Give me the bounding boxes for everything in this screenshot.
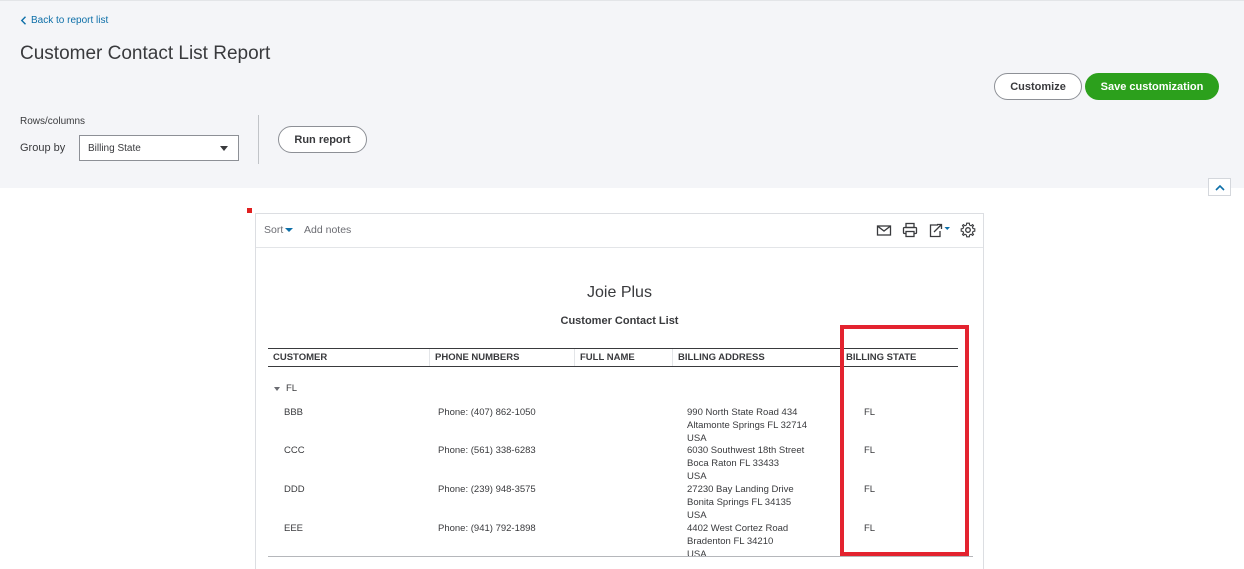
table-footer-divider bbox=[268, 556, 973, 557]
save-customization-button[interactable]: Save customization bbox=[1085, 73, 1219, 100]
back-to-report-list-link[interactable]: Back to report list bbox=[20, 15, 108, 26]
collapse-triangle-icon bbox=[274, 386, 280, 391]
sort-label: Sort bbox=[264, 224, 284, 236]
sort-dropdown[interactable]: Sort bbox=[264, 224, 294, 236]
export-icon[interactable] bbox=[928, 222, 952, 238]
cell-address-line: USA bbox=[687, 549, 707, 560]
group-row-toggle[interactable]: FL bbox=[274, 383, 297, 394]
cell-phone: Phone: (941) 792-1898 bbox=[438, 523, 536, 534]
cell-phone: Phone: (561) 338-6283 bbox=[438, 445, 536, 456]
cell-address-line: Bradenton FL 34210 bbox=[687, 536, 774, 547]
column-header-billing-address[interactable]: BILLING ADDRESS bbox=[672, 349, 840, 366]
run-report-button[interactable]: Run report bbox=[278, 126, 367, 153]
cell-customer[interactable]: BBB bbox=[284, 406, 303, 419]
mail-icon[interactable] bbox=[876, 222, 892, 238]
cell-phone: Phone: (239) 948-3575 bbox=[438, 484, 536, 495]
cell-address-line: 6030 Southwest 18th Street bbox=[687, 445, 805, 456]
print-icon[interactable] bbox=[902, 222, 918, 238]
page-title: Customer Contact List Report bbox=[20, 43, 271, 64]
column-header-full-name[interactable]: FULL NAME bbox=[574, 349, 672, 366]
cell-address-line: Boca Raton FL 33433 bbox=[687, 458, 780, 469]
cell-address-line: 990 North State Road 434 bbox=[687, 407, 798, 418]
marker-dot bbox=[247, 208, 252, 213]
cell-address-line: USA bbox=[687, 471, 707, 482]
group-by-select[interactable]: Billing State bbox=[79, 135, 239, 161]
company-name: Joie Plus bbox=[587, 284, 652, 301]
cell-customer[interactable]: DDD bbox=[284, 483, 305, 496]
annotation-highlight-box bbox=[840, 325, 969, 556]
divider bbox=[258, 115, 259, 164]
gear-icon[interactable] bbox=[960, 222, 976, 238]
group-by-label: Group by bbox=[20, 142, 66, 154]
chevron-left-icon bbox=[20, 16, 26, 25]
cell-customer[interactable]: EEE bbox=[284, 522, 303, 535]
group-by-value: Billing State bbox=[88, 142, 141, 154]
customize-button[interactable]: Customize bbox=[994, 73, 1082, 100]
group-label: FL bbox=[286, 383, 298, 394]
rows-columns-label: Rows/columns bbox=[20, 116, 86, 127]
dropdown-caret-icon bbox=[220, 146, 228, 151]
back-link-label: Back to report list bbox=[31, 15, 109, 26]
cell-address-line: Bonita Springs FL 34135 bbox=[687, 497, 792, 508]
report-toolbar: Sort Add notes bbox=[256, 214, 983, 248]
collapse-panel-button[interactable] bbox=[1208, 178, 1231, 196]
caret-down-icon bbox=[285, 228, 294, 232]
chevron-up-icon bbox=[1214, 184, 1225, 191]
report-settings-panel: Back to report list Customer Contact Lis… bbox=[0, 0, 1244, 188]
column-header-customer[interactable]: CUSTOMER bbox=[268, 349, 429, 366]
cell-phone: Phone: (407) 862-1050 bbox=[438, 407, 536, 418]
cell-address-line: 27230 Bay Landing Drive bbox=[687, 484, 794, 495]
cell-address-line: Altamonte Springs FL 32714 bbox=[687, 420, 808, 431]
cell-address-line: USA bbox=[687, 510, 707, 521]
cell-customer[interactable]: CCC bbox=[284, 444, 305, 457]
cell-address-line: 4402 West Cortez Road bbox=[687, 523, 789, 534]
add-notes-link[interactable]: Add notes bbox=[304, 224, 351, 236]
column-header-phone-numbers[interactable]: PHONE NUMBERS bbox=[429, 349, 574, 366]
